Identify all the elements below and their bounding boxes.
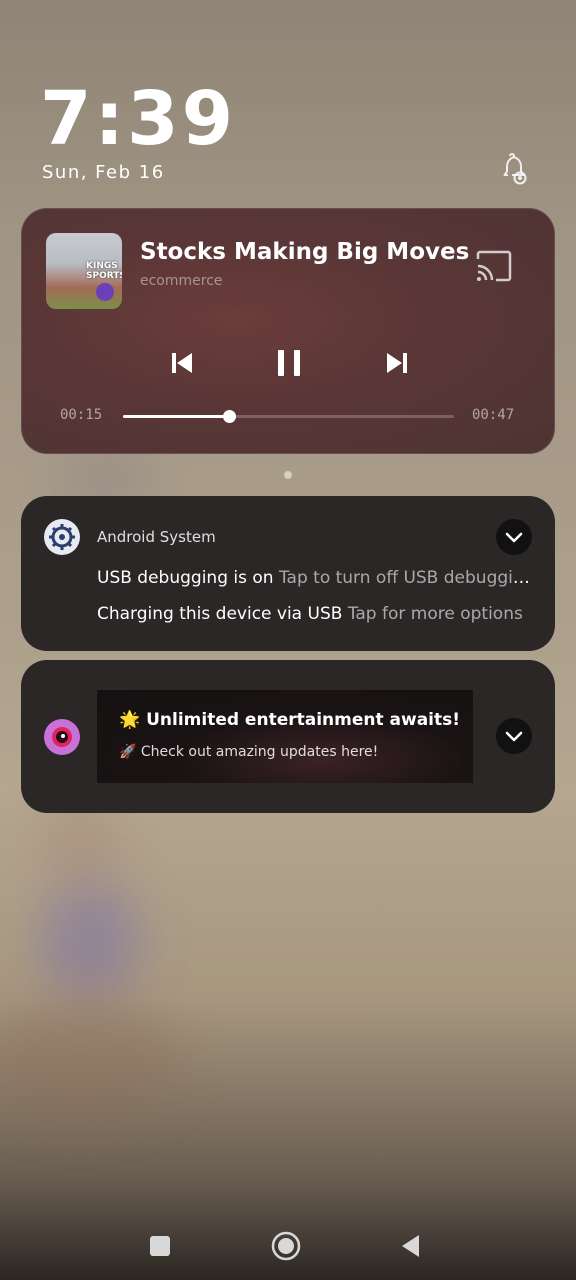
promo-banner-title: 🌟 Unlimited entertainment awaits! [119, 710, 460, 730]
background-blur [0, 1000, 180, 1120]
notification-line-title: USB debugging is on [97, 568, 274, 588]
game-app-icon [44, 719, 80, 755]
progress-track[interactable] [123, 410, 454, 423]
chevron-down-icon[interactable] [496, 718, 532, 754]
notification-line-usb-charging[interactable]: Charging this device via USB Tap for mor… [97, 604, 532, 624]
notification-promo[interactable]: 🌟 Unlimited entertainment awaits! 🚀 Chec… [21, 660, 555, 813]
promo-banner[interactable]: 🌟 Unlimited entertainment awaits! 🚀 Chec… [97, 690, 473, 783]
promo-banner-subtitle: 🚀 Check out amazing updates here! [119, 744, 379, 760]
lockscreen-date: Sun, Feb 16 [42, 162, 165, 183]
album-art: KINGSSPORTSBOOK [46, 233, 122, 309]
notification-android-system[interactable]: Android System USB debugging is on Tap t… [21, 496, 555, 651]
notification-line-text: Tap to turn off USB debugging [278, 568, 532, 588]
cast-icon[interactable] [474, 249, 514, 283]
album-art-logo [96, 283, 114, 301]
notification-settings-icon[interactable] [496, 152, 530, 188]
media-title: Stocks Making Big Moves Mi.. [140, 239, 470, 265]
chevron-down-icon[interactable] [496, 519, 532, 555]
media-source: ecommerce [140, 273, 223, 289]
notification-app-name: Android System [97, 528, 216, 546]
skip-next-icon[interactable] [379, 345, 415, 381]
settings-gear-icon [44, 519, 80, 555]
navigation-bar [0, 1210, 576, 1280]
page-indicator-dot [284, 471, 292, 479]
total-time: 00:47 [472, 407, 515, 423]
lockscreen-clock: 7:39 [40, 76, 237, 162]
skip-previous-icon[interactable] [164, 345, 200, 381]
elapsed-time: 00:15 [60, 407, 103, 423]
progress-fill [123, 415, 229, 418]
background-blur [40, 880, 140, 1000]
back-icon[interactable] [395, 1230, 427, 1262]
notification-line-usb-debugging[interactable]: USB debugging is on Tap to turn off USB … [97, 568, 532, 588]
recents-icon[interactable] [144, 1230, 176, 1262]
notification-line-title: Charging this device via USB [97, 604, 343, 624]
notification-line-text: Tap for more options [347, 604, 523, 624]
progress-thumb[interactable] [222, 410, 236, 423]
home-icon[interactable] [270, 1230, 302, 1262]
media-player-card[interactable]: KINGSSPORTSBOOK Stocks Making Big Moves … [21, 208, 555, 454]
pause-icon[interactable] [271, 345, 307, 381]
album-art-text: KINGSSPORTSBOOK [86, 261, 122, 281]
